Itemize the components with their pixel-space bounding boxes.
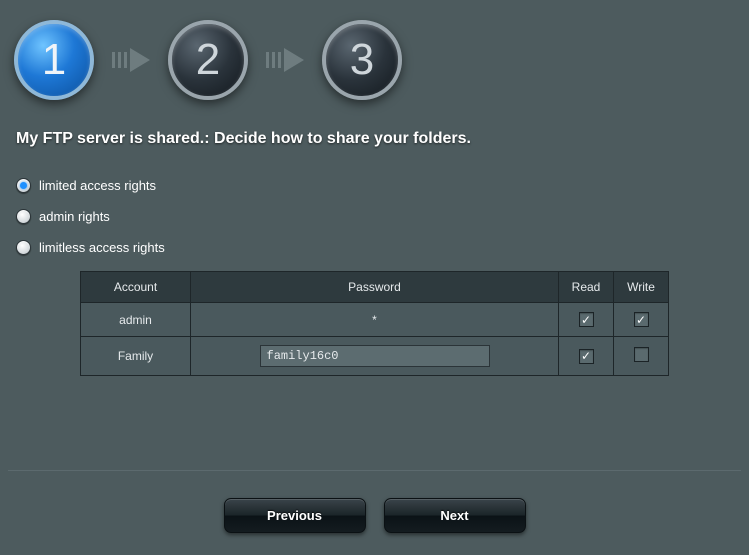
- wizard-steps: 1 2 3: [0, 0, 749, 110]
- access-rights-radio-group: limited access rights admin rights limit…: [0, 154, 749, 255]
- button-label: Previous: [267, 508, 322, 523]
- password-input[interactable]: [260, 345, 490, 367]
- previous-button[interactable]: Previous: [224, 498, 366, 533]
- radio-limitless-access[interactable]: limitless access rights: [16, 240, 733, 255]
- header-password: Password: [191, 272, 559, 303]
- step-3-number: 3: [350, 35, 374, 85]
- step-1-number: 1: [42, 35, 66, 85]
- cell-read: [559, 303, 614, 337]
- cell-password: *: [191, 303, 559, 337]
- header-write: Write: [614, 272, 669, 303]
- cell-account: Family: [81, 337, 191, 376]
- checkbox-read[interactable]: [579, 349, 594, 364]
- radio-icon: [16, 209, 31, 224]
- cell-account: admin: [81, 303, 191, 337]
- next-button[interactable]: Next: [384, 498, 526, 533]
- checkbox-write[interactable]: [634, 312, 649, 327]
- radio-label: limited access rights: [39, 178, 156, 193]
- cell-read: [559, 337, 614, 376]
- radio-icon: [16, 240, 31, 255]
- step-3-circle: 3: [322, 20, 402, 100]
- header-read: Read: [559, 272, 614, 303]
- wizard-nav-buttons: Previous Next: [0, 498, 749, 533]
- checkbox-write[interactable]: [634, 347, 649, 362]
- page-title: My FTP server is shared.: Decide how to …: [0, 110, 749, 154]
- step-2-circle: 2: [168, 20, 248, 100]
- cell-write: [614, 303, 669, 337]
- permissions-table: Account Password Read Write admin * Fami…: [80, 271, 669, 376]
- radio-label: limitless access rights: [39, 240, 165, 255]
- table-row: admin *: [81, 303, 669, 337]
- table-row: Family: [81, 337, 669, 376]
- arrow-icon: [266, 48, 304, 72]
- checkbox-read[interactable]: [579, 312, 594, 327]
- button-label: Next: [440, 508, 468, 523]
- radio-admin-rights[interactable]: admin rights: [16, 209, 733, 224]
- radio-label: admin rights: [39, 209, 110, 224]
- radio-limited-access[interactable]: limited access rights: [16, 178, 733, 193]
- header-account: Account: [81, 272, 191, 303]
- cell-write: [614, 337, 669, 376]
- step-1-circle: 1: [14, 20, 94, 100]
- horizontal-divider: [8, 470, 741, 471]
- radio-icon: [16, 178, 31, 193]
- arrow-icon: [112, 48, 150, 72]
- cell-password: [191, 337, 559, 376]
- step-2-number: 2: [196, 35, 220, 85]
